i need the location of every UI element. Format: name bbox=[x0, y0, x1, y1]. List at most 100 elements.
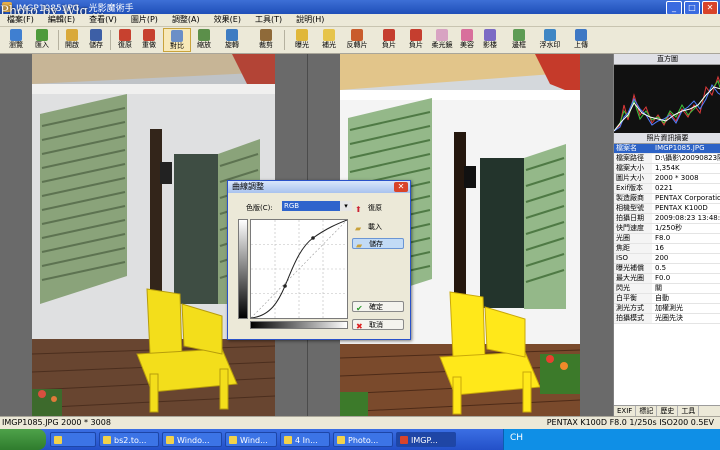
toolbar: 瀏覽 匯入 開啟 儲存 復原 重做 對比 縮放 旋轉 裁剪 曝光 補光 反轉片 … bbox=[0, 27, 720, 54]
tab-tags[interactable]: 標記 bbox=[636, 406, 658, 416]
table-row[interactable]: 圖片大小 2000 * 3008 bbox=[614, 174, 720, 184]
toolbar-button-redo[interactable]: 重做 bbox=[135, 28, 163, 52]
toolbar-button-fill-light[interactable]: 補光 bbox=[315, 28, 343, 52]
table-row[interactable]: 白平衡 自動 bbox=[614, 294, 720, 304]
taskbar-item-bs2[interactable]: bs2.to... bbox=[99, 432, 159, 447]
tab-history[interactable]: 歷史 bbox=[657, 406, 679, 416]
histogram-title: 直方圖 bbox=[614, 54, 720, 65]
watermark-icon bbox=[544, 29, 556, 41]
undo-icon bbox=[119, 29, 131, 41]
rotate-icon bbox=[226, 29, 238, 41]
table-row[interactable]: 檔案路徑D:\攝影\20090823陽光海 bbox=[614, 154, 720, 164]
app-icon bbox=[400, 436, 408, 444]
table-row[interactable]: 快門速度 1/250秒 bbox=[614, 224, 720, 234]
frame-icon bbox=[513, 29, 525, 41]
toolbar-button-zoom[interactable]: 縮放 bbox=[190, 28, 218, 52]
info-tabs: EXIF 標記 歷史 工具 bbox=[614, 405, 720, 416]
reset-button[interactable]: ⬆ 復原 bbox=[352, 203, 404, 214]
studio-icon bbox=[484, 29, 496, 41]
status-bar: IMGP1085.JPG 2000 * 3008 PENTAX K100D F8… bbox=[0, 416, 720, 429]
taskbar-item-imgp[interactable]: IMGP... bbox=[396, 432, 456, 447]
table-row[interactable]: 最大光圈 F0.0 bbox=[614, 274, 720, 284]
soft-light-icon bbox=[436, 29, 448, 41]
menu-effect[interactable]: 效果(E) bbox=[207, 14, 248, 26]
channel-label: 色版(C): bbox=[246, 204, 273, 212]
save-icon bbox=[90, 29, 102, 41]
menu-view[interactable]: 查看(V) bbox=[82, 14, 124, 26]
toolbar-button-compare[interactable]: 對比 bbox=[163, 28, 191, 52]
taskbar-item-windows-2[interactable]: Wind... bbox=[225, 432, 277, 447]
toolbar-button-crop[interactable]: 裁剪 bbox=[252, 28, 280, 52]
output-gradient bbox=[238, 219, 248, 319]
dialog-title-bar[interactable]: 曲線調整 ✕ bbox=[228, 181, 410, 193]
toolbar-button-soft-light[interactable]: 柔光鏡 bbox=[428, 28, 456, 52]
load-button[interactable]: ▰ 載入 bbox=[352, 222, 404, 233]
maximize-button[interactable]: □ bbox=[684, 1, 700, 15]
menu-tools[interactable]: 工具(T) bbox=[248, 14, 289, 26]
toolbar-button-upload[interactable]: 上傳 bbox=[567, 28, 595, 52]
toolbar-button-studio[interactable]: 影楼 bbox=[476, 28, 504, 52]
table-row[interactable]: ISO 200 bbox=[614, 254, 720, 264]
table-row[interactable]: 相機型號 PENTAX K100D bbox=[614, 204, 720, 214]
taskbar: bs2.to... Windo... Wind... 4 In... Photo… bbox=[0, 429, 720, 450]
status-left: IMGP1085.JPG 2000 * 3008 bbox=[2, 418, 111, 427]
menu-adjust[interactable]: 調整(A) bbox=[165, 14, 207, 26]
table-row[interactable]: 測光方式 加權測光 bbox=[614, 304, 720, 314]
close-button[interactable]: ✕ bbox=[702, 1, 718, 15]
table-row[interactable]: 曝光補償 0.5 bbox=[614, 264, 720, 274]
taskbar-item-windows-1[interactable]: Windo... bbox=[162, 432, 222, 447]
toolbar-button-save[interactable]: 儲存 bbox=[82, 28, 110, 52]
toolbar-separator bbox=[284, 30, 285, 50]
taskbar-item-group[interactable]: 4 In... bbox=[280, 432, 330, 447]
app-icon bbox=[54, 436, 62, 444]
menu-edit[interactable]: 編輯(E) bbox=[41, 14, 82, 26]
chevron-down-icon[interactable]: ▾ bbox=[340, 201, 352, 211]
dialog-close-button[interactable]: ✕ bbox=[394, 182, 408, 192]
folder-icon bbox=[229, 436, 237, 444]
table-row[interactable]: 拍攝日期2009:08:23 13:48:28 bbox=[614, 214, 720, 224]
menu-picture[interactable]: 圖片(P) bbox=[124, 14, 165, 26]
toolbar-button-reversal-film[interactable]: 反轉片 bbox=[343, 28, 371, 52]
negative-2-icon bbox=[410, 29, 422, 41]
table-row[interactable]: 光圈 F8.0 bbox=[614, 234, 720, 244]
minimize-button[interactable]: _ bbox=[666, 1, 682, 15]
toolbar-button-negative-2[interactable]: 負片 bbox=[402, 28, 430, 52]
table-row[interactable]: Exif版本 0221 bbox=[614, 184, 720, 194]
table-row[interactable]: 焦距 16 bbox=[614, 244, 720, 254]
toolbar-button-watermark[interactable]: 浮水印 bbox=[536, 28, 564, 52]
toolbar-button-negative[interactable]: 負片 bbox=[375, 28, 403, 52]
toolbar-button-browse[interactable]: 瀏覽 bbox=[2, 28, 30, 52]
tab-tools[interactable]: 工具 bbox=[678, 406, 700, 416]
language-indicator[interactable]: CH bbox=[510, 433, 523, 443]
taskbar-item-photo[interactable]: Photo... bbox=[333, 432, 393, 447]
fill-light-icon bbox=[323, 29, 335, 41]
toolbar-button-exposure[interactable]: 曝光 bbox=[288, 28, 316, 52]
redo-icon bbox=[143, 29, 155, 41]
curve-editor[interactable] bbox=[250, 219, 348, 319]
cancel-icon: ✖ bbox=[356, 322, 363, 331]
upload-icon bbox=[575, 29, 587, 41]
save-curve-button[interactable]: ▰ 儲存 bbox=[352, 238, 404, 250]
toolbar-button-import[interactable]: 匯入 bbox=[28, 28, 56, 52]
title-bar[interactable]: IMGP1085.JPG - 光影魔術手 _ □ ✕ bbox=[0, 0, 720, 15]
curve-graph bbox=[250, 219, 348, 319]
table-row[interactable]: 檔案名 IMGP1085.JPG bbox=[614, 144, 720, 154]
crop-icon bbox=[260, 29, 272, 41]
reset-icon: ⬆ bbox=[355, 205, 362, 214]
tab-exif[interactable]: EXIF bbox=[614, 406, 637, 416]
taskbar-item-quicklaunch[interactable] bbox=[50, 432, 96, 447]
table-row[interactable]: 閃光關 bbox=[614, 284, 720, 294]
table-row[interactable]: 檔案大小 1,354K bbox=[614, 164, 720, 174]
toolbar-button-rotate[interactable]: 旋轉 bbox=[218, 28, 246, 52]
histogram bbox=[613, 65, 720, 133]
cancel-button[interactable]: ✖ 取消 bbox=[352, 319, 404, 331]
save-curve-icon: ▰ bbox=[356, 241, 363, 250]
start-button[interactable] bbox=[0, 429, 46, 450]
table-row[interactable]: 製造廠商 PENTAX Corporation bbox=[614, 194, 720, 204]
ok-button[interactable]: ✔ 確定 bbox=[352, 301, 404, 313]
toolbar-button-frame[interactable]: 邊框 bbox=[505, 28, 533, 52]
compare-icon bbox=[171, 30, 183, 42]
table-row[interactable]: 拍攝模式 光圈先決 bbox=[614, 314, 720, 324]
menu-help[interactable]: 說明(H) bbox=[289, 14, 331, 26]
menu-file[interactable]: 檔案(F) bbox=[0, 14, 41, 26]
